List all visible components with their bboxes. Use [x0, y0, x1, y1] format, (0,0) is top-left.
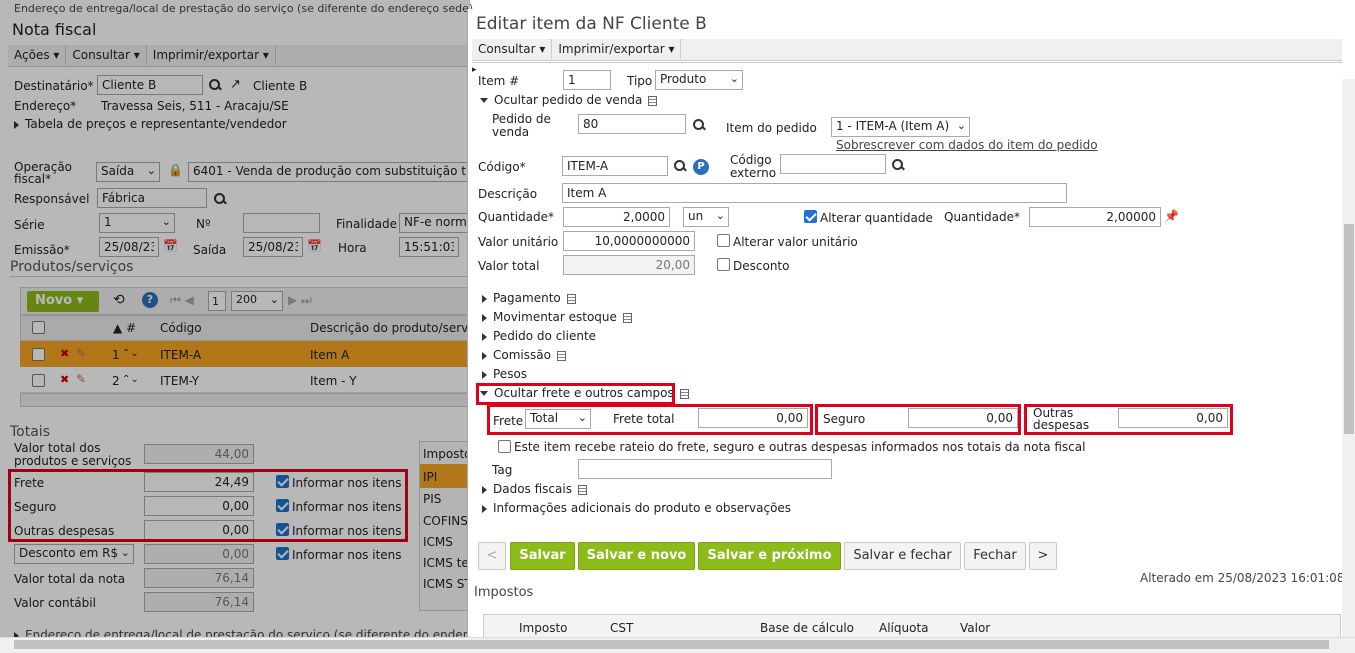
col-cst[interactable]: CST	[610, 621, 633, 635]
info-adicionais-section[interactable]: Informações adicionais do produto e obse…	[482, 501, 791, 515]
item-input[interactable]	[563, 70, 611, 90]
tipo-label: Tipo	[627, 74, 653, 88]
rateio-label: Este item recebe rateio do frete, seguro…	[514, 440, 1086, 454]
notes-icon	[566, 293, 576, 304]
search-icon[interactable]	[674, 160, 686, 172]
valor-total-input	[563, 255, 695, 275]
desconto-checkbox[interactable]	[717, 258, 730, 271]
codigo-input[interactable]	[562, 156, 668, 176]
highlight-box	[476, 383, 675, 405]
rateio-checkbox[interactable]	[498, 440, 511, 453]
quantidade-label: Quantidade*	[478, 210, 555, 224]
pedido-cliente-section[interactable]: Pedido do cliente	[482, 329, 596, 343]
notes-icon	[622, 312, 632, 323]
search-icon[interactable]	[892, 159, 904, 171]
pagamento-section[interactable]: Pagamento	[482, 291, 576, 305]
product-info-icon[interactable]: P	[693, 159, 709, 175]
alterar-quantidade-checkbox[interactable]	[804, 210, 817, 223]
highlight-box	[1024, 404, 1233, 435]
item-pedido-select[interactable]: 1 - ITEM-A (Item A) ⌄	[831, 117, 970, 137]
sobrescrever-link[interactable]: Sobrescrever com dados do item do pedido	[836, 138, 1098, 152]
ocultar-pedido-section[interactable]: Ocultar pedido de venda	[480, 93, 658, 107]
valor-total-label: Valor total	[478, 259, 540, 273]
valor-unitario-input[interactable]	[563, 231, 695, 251]
col-aliquota[interactable]: Alíquota	[879, 621, 929, 635]
unidade-select[interactable]: un ⌄	[683, 207, 729, 227]
alterar-quantidade-label: Alterar quantidade	[820, 211, 933, 225]
close-button[interactable]: Fechar	[964, 542, 1026, 570]
pedido-input[interactable]	[578, 114, 686, 134]
item-label: Item #	[478, 74, 520, 88]
next-button[interactable]: >	[1029, 542, 1057, 570]
pin-icon[interactable]: 📌	[1164, 209, 1179, 223]
col-valor[interactable]: Valor	[960, 621, 990, 635]
tag-input[interactable]	[578, 459, 832, 479]
estoque-section[interactable]: Movimentar estoque	[482, 310, 632, 324]
tag-label: Tag	[492, 463, 513, 477]
alterar-valor-label: Alterar valor unitário	[733, 235, 858, 249]
prev-button[interactable]: <	[478, 542, 506, 570]
menu-imprimir[interactable]: Imprimir/exportar ▾	[552, 39, 682, 59]
quantidade2-input[interactable]	[1029, 207, 1161, 227]
codigo-label: Código*	[478, 160, 526, 174]
save-next-button[interactable]: Salvar e próximo	[698, 542, 841, 570]
alterado-text: Alterado em 25/08/2023 16:01:08 po	[1140, 571, 1355, 585]
h-scrollbar-thumb[interactable]	[14, 640, 1329, 649]
menu-consultar[interactable]: Consultar ▾	[472, 39, 553, 59]
valor-unitario-label: Valor unitário	[478, 235, 559, 249]
notes-icon	[556, 350, 566, 361]
pedido-label: Pedido de venda	[492, 112, 551, 139]
impostos-title: Impostos	[474, 585, 534, 600]
save-new-button[interactable]: Salvar e novo	[578, 542, 695, 570]
highlight-box	[487, 404, 813, 435]
scrollbar-thumb[interactable]	[1344, 224, 1354, 434]
quantidade2-label: Quantidade*	[944, 210, 1021, 224]
save-button[interactable]: Salvar	[510, 542, 575, 570]
item-pedido-label: Item do pedido	[726, 121, 817, 135]
menu-arrow: ▸	[472, 65, 477, 75]
col-imposto[interactable]: Imposto	[519, 621, 568, 635]
edit-item-dialog: Editar item da NF Cliente B Consultar ▾ I…	[467, 9, 1355, 639]
codigo-externo-input[interactable]	[780, 154, 886, 174]
modal-overlay	[0, 0, 470, 653]
pesos-section[interactable]: Pesos	[482, 367, 527, 381]
notes-icon	[679, 388, 689, 399]
descricao-label: Descrição	[478, 187, 538, 201]
dialog-menubar: Consultar ▾ Imprimir/exportar ▾	[472, 39, 1342, 61]
notes-icon	[648, 95, 658, 106]
save-close-button[interactable]: Salvar e fechar	[844, 542, 961, 570]
quantidade-input[interactable]	[563, 207, 670, 227]
col-base[interactable]: Base de cálculo	[760, 621, 854, 635]
comissao-section[interactable]: Comissão	[482, 348, 566, 362]
dialog-title: Editar item da NF Cliente B	[476, 14, 707, 34]
divider	[472, 62, 1342, 63]
highlight-box	[815, 404, 1021, 435]
descricao-input[interactable]	[562, 183, 1067, 203]
desconto-label: Desconto	[733, 259, 790, 273]
codigo-externo-label: Código externo	[730, 153, 777, 180]
tipo-select[interactable]: Produto ⌄	[655, 70, 743, 90]
notes-icon	[577, 484, 587, 495]
alterar-valor-checkbox[interactable]	[717, 234, 730, 247]
search-icon[interactable]	[693, 119, 705, 131]
dados-fiscais-section[interactable]: Dados fiscais	[482, 482, 587, 496]
